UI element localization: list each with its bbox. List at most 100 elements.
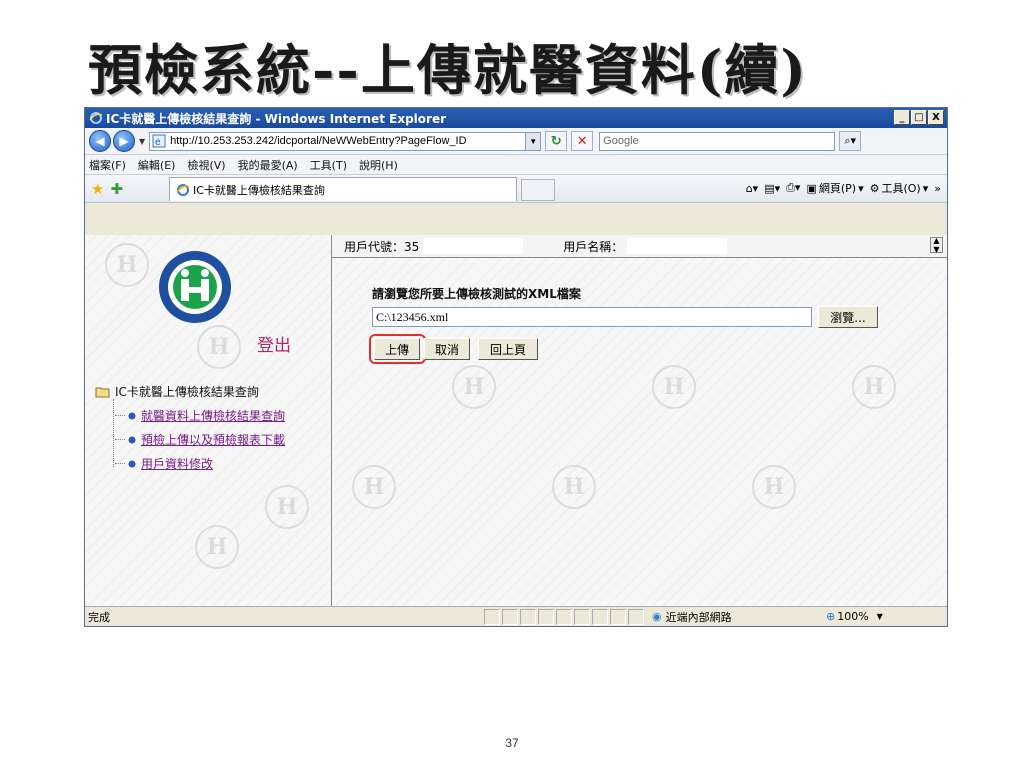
main-frame: H H H H H H 用戶代號：35 用戶名稱： ▲ ▼ 請瀏覽您所要上傳檢核測… [332,235,947,607]
menu-file[interactable]: 檔案(F) [89,157,126,173]
page-menu-label: 網頁(P) [818,182,857,195]
cancel-button[interactable]: 取消 [424,338,470,360]
watermark-logo: H [852,365,896,409]
watermark-logo: H [265,485,309,529]
link-record-query[interactable]: 就醫資料上傳檢核結果查詢 [141,407,285,424]
page-content: H H H H 登出 IC卡就醫上傳檢核結果查詢 就醫資料上傳檢核結果查詢 預檢… [85,235,947,607]
menu-bar: 檔案(F) 編輯(E) 檢視(V) 我的最愛(A) 工具(T) 說明(H) [85,155,947,175]
menu-tools[interactable]: 工具(T) [310,157,347,173]
favorites-star-icon[interactable]: ★ [91,180,104,198]
page-menu[interactable]: ▣ 網頁(P) ▾ [806,180,863,196]
status-segment [610,608,626,625]
watermark-logo: H [352,465,396,509]
minimize-button[interactable]: _ [894,110,910,125]
url-input[interactable]: e http://10.253.253.242/idcportal/NeWWeb… [149,131,542,151]
link-user-edit[interactable]: 用戶資料修改 [141,455,213,472]
tab-label: IC卡就醫上傳檢核結果查詢 [193,183,325,197]
menu-help[interactable]: 說明(H) [359,157,398,173]
maximize-button[interactable]: □ [911,110,927,125]
favorites-bar: ★ ✚ IC卡就醫上傳檢核結果查詢 ⌂▾ ▤▾ ⎙▾ ▣ 網頁(P) ▾ ⚙ 工具(O… [85,175,947,203]
status-bar: 完成 ◉ 近端內部網路 ⊕ 100% ▼ [85,606,947,626]
bullet-icon [128,436,136,443]
address-bar: ◀ ▶ ▼ e http://10.253.253.242/idcportal/… [85,128,947,155]
sidebar-item-precheck[interactable]: 預檢上傳以及預檢報表下載 [115,431,285,448]
tools-menu-label: 工具(O) [881,182,921,195]
gear-icon: ⚙ [869,181,880,195]
window-titlebar: IC卡就醫上傳檢核結果查詢 - Windows Internet Explore… [85,108,947,128]
watermark-logo: H [652,365,696,409]
status-segment [538,608,554,625]
page-icon: e [152,134,166,148]
history-dropdown-icon[interactable]: ▼ [139,137,145,146]
nhi-logo [159,251,231,323]
feeds-icon[interactable]: ▤▾ [764,182,780,195]
url-text: http://10.253.253.242/idcportal/NeWWebEn… [170,135,467,147]
watermark-logo: H [105,243,149,287]
home-icon[interactable]: ⌂▾ [746,182,759,195]
zoom-level: 100% [837,610,869,623]
menu-view[interactable]: 檢視(V) [187,157,225,173]
forward-arrow-icon[interactable]: ▶ [113,130,135,152]
status-segment [592,608,608,625]
watermark-logo: H [195,525,239,569]
status-segment [628,608,644,625]
zoom-dropdown-icon: ▼ [876,612,883,621]
status-segment [502,608,518,625]
back-page-button[interactable]: 回上頁 [478,338,538,360]
page-number: 37 [505,736,519,750]
browser-window: IC卡就醫上傳檢核結果查詢 - Windows Internet Explore… [84,107,948,627]
browse-button[interactable]: 瀏覽... [818,306,878,328]
status-text: 完成 [88,610,110,624]
search-input[interactable]: Google [599,131,836,151]
user-info-bar: 用戶代號：35 用戶名稱： ▲ ▼ [332,235,947,258]
close-button[interactable]: X [928,110,944,125]
watermark-logo: H [452,365,496,409]
print-icon[interactable]: ⎙▾ [786,181,800,195]
more-commands[interactable]: » [934,182,941,195]
menu-edit[interactable]: 編輯(E) [138,157,176,173]
tree-connector [113,399,123,467]
upload-button[interactable]: 上傳 [374,338,420,360]
status-segment [484,608,500,625]
search-icon[interactable]: ⌕▾ [839,131,862,151]
tab-ie-icon [176,183,190,196]
url-dropdown-icon[interactable]: ▼ [525,132,541,150]
tools-menu[interactable]: ⚙ 工具(O) ▾ [870,180,929,196]
status-segment [574,608,590,625]
status-segment [520,608,536,625]
watermark-logo: H [752,465,796,509]
zoom-icon: ⊕ [826,610,836,623]
menu-favorites[interactable]: 我的最愛(A) [238,157,298,173]
tab-current[interactable]: IC卡就醫上傳檢核結果查詢 [169,177,517,201]
user-code-label: 用戶代號：35 [344,239,420,254]
sidebar-item-record-query[interactable]: 就醫資料上傳檢核結果查詢 [115,407,285,424]
ie-icon [89,112,103,124]
logout-link[interactable]: 登出 [257,331,291,356]
globe-icon: ◉ [652,610,662,623]
watermark-logo: H [552,465,596,509]
svg-text:e: e [155,137,161,148]
back-arrow-icon[interactable]: ◀ [89,130,111,152]
window-title: IC卡就醫上傳檢核結果查詢 - Windows Internet Explore… [106,111,446,126]
refresh-icon[interactable]: ↻ [545,131,568,151]
left-frame: H H H H 登出 IC卡就醫上傳檢核結果查詢 就醫資料上傳檢核結果查詢 預檢… [85,235,332,607]
command-bar: ⌂▾ ▤▾ ⎙▾ ▣ 網頁(P) ▾ ⚙ 工具(O) ▾ » [746,180,941,196]
new-tab-button[interactable] [521,179,555,201]
nav-tree: IC卡就醫上傳檢核結果查詢 就醫資料上傳檢核結果查詢 預檢上傳以及預檢報表下載 … [95,383,285,472]
file-path-input[interactable]: C:\123456.xml [372,307,812,327]
tree-root-label: IC卡就醫上傳檢核結果查詢 [115,385,259,399]
link-precheck[interactable]: 預檢上傳以及預檢報表下載 [141,431,285,448]
zone-label: 近端內部網路 [665,610,732,624]
sidebar-item-user-edit[interactable]: 用戶資料修改 [115,455,285,472]
slide-title: 預檢系統--上傳就醫資料(續) [88,38,808,102]
stop-icon[interactable]: ✕ [571,131,594,151]
page-menu-icon: ▣ [806,181,817,195]
scroll-arrows-icon[interactable]: ▲ ▼ [930,236,943,254]
security-zone[interactable]: ◉ 近端內部網路 [652,609,820,625]
zoom-control[interactable]: ⊕ 100% ▼ [826,610,883,623]
watermark-logo: H [197,325,241,369]
add-favorite-icon[interactable]: ✚ [110,180,123,198]
bullet-icon [128,460,136,467]
tree-root[interactable]: IC卡就醫上傳檢核結果查詢 [95,383,285,400]
folder-open-icon [95,387,110,397]
